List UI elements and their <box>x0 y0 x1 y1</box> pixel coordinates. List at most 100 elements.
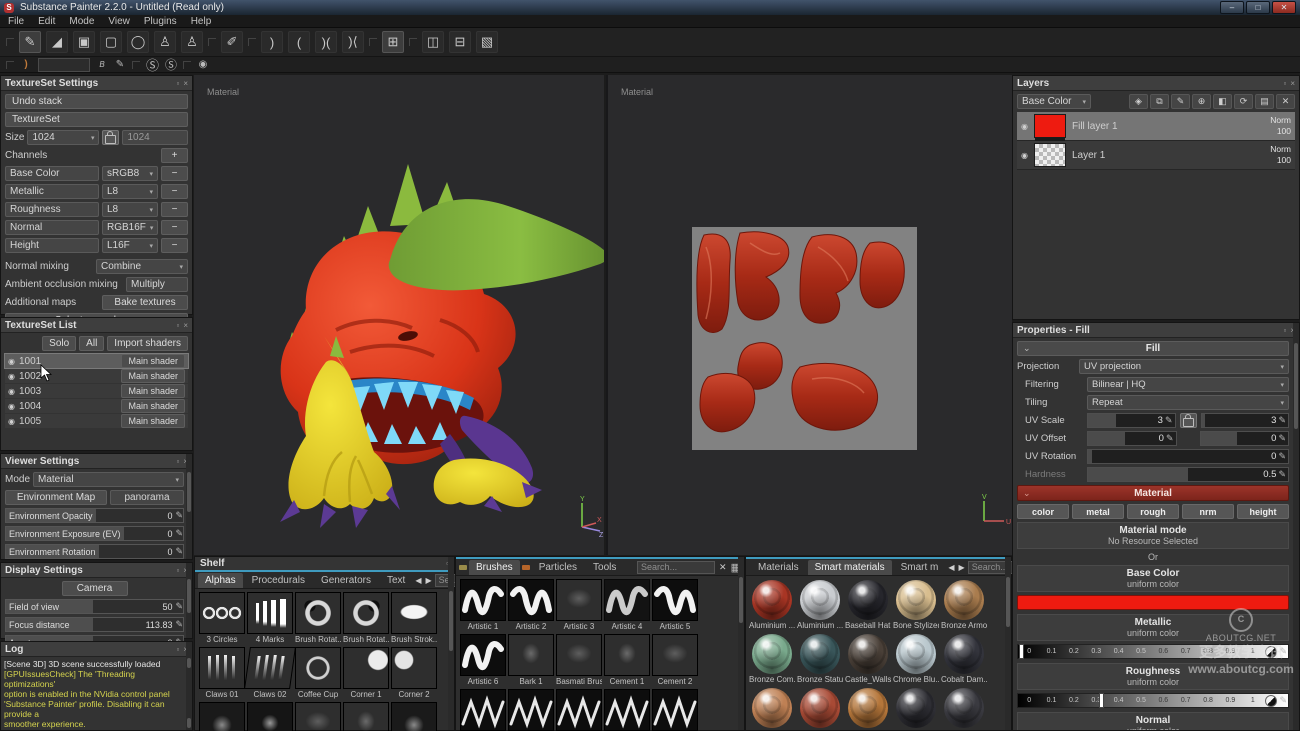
layer-visibility-icon[interactable]: ◉ <box>1021 151 1028 160</box>
add-folder-icon[interactable]: ▤ <box>1255 94 1274 109</box>
undo-stack-button[interactable]: Undo stack <box>5 94 188 109</box>
channel-height-button[interactable]: height <box>1237 504 1289 519</box>
visibility-icon[interactable]: ◉ <box>8 402 15 411</box>
shelf-item[interactable]: Artistic 4 <box>604 579 650 632</box>
slider-handle[interactable] <box>1099 693 1104 708</box>
visibility-icon[interactable]: ◉ <box>8 357 15 366</box>
shelf-item[interactable] <box>391 702 437 731</box>
tab-generators[interactable]: Generators <box>314 573 378 588</box>
scrollbar[interactable] <box>1293 323 1299 730</box>
layer-thumbnail[interactable] <box>1034 143 1066 167</box>
tab-particles[interactable]: Particles <box>532 560 584 575</box>
shield-material-icon[interactable]: Ⓢ <box>165 59 177 71</box>
shelf-item[interactable] <box>247 702 293 731</box>
menu-edit[interactable]: Edit <box>38 16 55 27</box>
tab-materials[interactable]: Materials <box>751 560 806 575</box>
shelf-item[interactable]: Aluminium ... <box>797 579 843 631</box>
environment-map-button[interactable]: Environment Map <box>5 490 107 505</box>
shelf-item[interactable]: Bone Stylized <box>893 579 939 631</box>
brush-size-field[interactable] <box>38 58 90 72</box>
shelf-item[interactable] <box>941 687 987 728</box>
shelf-item[interactable]: Coffee Cup <box>295 647 341 700</box>
visibility-icon[interactable]: ◉ <box>8 387 15 396</box>
environment-rotation-slider[interactable]: Environment Rotation0✎ <box>5 544 184 559</box>
shelf-item[interactable] <box>508 689 554 731</box>
tab-scroll-left-icon[interactable]: ◀ <box>947 563 955 572</box>
uv-offset-x-slider[interactable]: 0✎ <box>1087 431 1177 446</box>
display-mode-icon[interactable]: ⊟ <box>449 31 471 53</box>
clone-stamp-tool-icon[interactable]: ♙ <box>181 31 203 53</box>
focus-distance-slider[interactable]: Focus distance113.83✎ <box>5 617 184 632</box>
shelf-item[interactable] <box>845 687 891 728</box>
size-height-field[interactable]: 1024 <box>122 130 188 145</box>
remove-channel-button[interactable]: − <box>161 220 188 235</box>
popout-icon[interactable]: ▫ <box>176 645 179 654</box>
textureset-row[interactable]: ◉ 1001 Main shader <box>5 354 188 368</box>
viewport-3d[interactable]: Material <box>194 75 604 555</box>
channel-nrm-button[interactable]: nrm <box>1182 504 1234 519</box>
shelf-item[interactable]: Cobalt Dam... <box>941 633 987 685</box>
popout-icon[interactable]: ▫ <box>1283 79 1286 88</box>
smudge-tool-icon[interactable]: ◯ <box>127 31 149 53</box>
textureset-button[interactable]: TextureSet <box>5 112 188 127</box>
import-shaders-button[interactable]: Import shaders <box>107 336 188 351</box>
substance-material-icon[interactable]: Ⓢ <box>146 59 159 71</box>
shelf-item[interactable]: Cement 2 <box>652 634 698 687</box>
material-mode-block[interactable]: Material mode No Resource Selected <box>1017 522 1289 549</box>
channel-rough-button[interactable]: rough <box>1127 504 1179 519</box>
channel-format-dropdown[interactable]: L16F▾ <box>102 238 158 253</box>
scrollbar[interactable] <box>448 557 454 730</box>
channel-metal-button[interactable]: metal <box>1072 504 1124 519</box>
projection-dropdown[interactable]: UV projection▾ <box>1079 359 1289 374</box>
channel-format-dropdown[interactable]: L8▾ <box>102 202 158 217</box>
eraser-tool-icon[interactable]: ◢ <box>46 31 68 53</box>
uv-scale-x-slider[interactable]: 3✎ <box>1087 413 1176 428</box>
tab-alphas[interactable]: Alphas <box>198 573 243 588</box>
shelf-item[interactable]: Aluminium ... <box>749 579 795 631</box>
uv-offset-y-slider[interactable]: 0✎ <box>1200 431 1290 446</box>
base-color-swatch[interactable] <box>1017 595 1289 610</box>
paint-brush-tool-icon[interactable]: ✎ <box>19 31 41 53</box>
scrollbar[interactable] <box>1005 557 1011 730</box>
scrollbar[interactable] <box>738 557 744 730</box>
tiling-dropdown[interactable]: Repeat▾ <box>1087 395 1289 410</box>
shader-button[interactable]: Main shader <box>121 354 185 368</box>
popout-icon[interactable]: ▫ <box>176 566 179 575</box>
visibility-icon[interactable]: ◉ <box>8 417 15 426</box>
copy-layer-icon[interactable]: ⧉ <box>1150 94 1169 109</box>
add-effect-icon[interactable]: ◈ <box>1129 94 1148 109</box>
visibility-icon[interactable]: ◉ <box>8 372 15 381</box>
field-of-view-slider[interactable]: Field of view50✎ <box>5 599 184 614</box>
scrollbar[interactable] <box>186 642 192 730</box>
textureset-row[interactable]: ◉ 1004 Main shader <box>5 399 188 413</box>
shelf-item[interactable] <box>652 689 698 731</box>
clone-tool-icon[interactable]: ♙ <box>154 31 176 53</box>
viewer-mode-dropdown[interactable]: Material▾ <box>33 472 184 487</box>
shelf-item[interactable]: Bark 1 <box>508 634 554 687</box>
uv-scale-lock-icon[interactable] <box>1180 413 1197 428</box>
textureset-row[interactable]: ◉ 1002 Main shader <box>5 369 188 383</box>
popout-icon[interactable]: ▫ <box>1283 326 1286 335</box>
add-layer-icon[interactable]: ⊕ <box>1192 94 1211 109</box>
split-view-icon[interactable]: ◫ <box>422 31 444 53</box>
shelf-item[interactable] <box>556 689 602 731</box>
scrollbar[interactable] <box>186 563 192 638</box>
shelf-item[interactable]: Chrome Blu... <box>893 633 939 685</box>
projection-tool-icon[interactable]: ▣ <box>73 31 95 53</box>
textureset-row[interactable]: ◉ 1005 Main shader <box>5 414 188 428</box>
shelf-item[interactable]: Claws 01 <box>199 647 245 700</box>
color-picker-icon[interactable] <box>1265 646 1277 658</box>
tab-smart-masks[interactable]: Smart m <box>894 560 946 575</box>
hardness-slider[interactable]: 0.5✎ <box>1087 467 1289 482</box>
scrollbar[interactable] <box>186 454 192 559</box>
add-fill-layer-icon[interactable]: ◧ <box>1213 94 1232 109</box>
polygon-fill-tool-icon[interactable]: ▢ <box>100 31 122 53</box>
solo-button[interactable]: Solo <box>42 336 76 351</box>
all-button[interactable]: All <box>79 336 104 351</box>
close-button[interactable]: ✕ <box>1272 1 1296 14</box>
add-channel-button[interactable]: + <box>161 148 188 163</box>
normal-mixing-dropdown[interactable]: Combine▾ <box>96 259 188 274</box>
color-picker-icon[interactable] <box>1265 695 1277 707</box>
layer-blend-mode[interactable]: Norm <box>1270 144 1291 155</box>
panel-close-icon[interactable]: × <box>183 79 188 88</box>
